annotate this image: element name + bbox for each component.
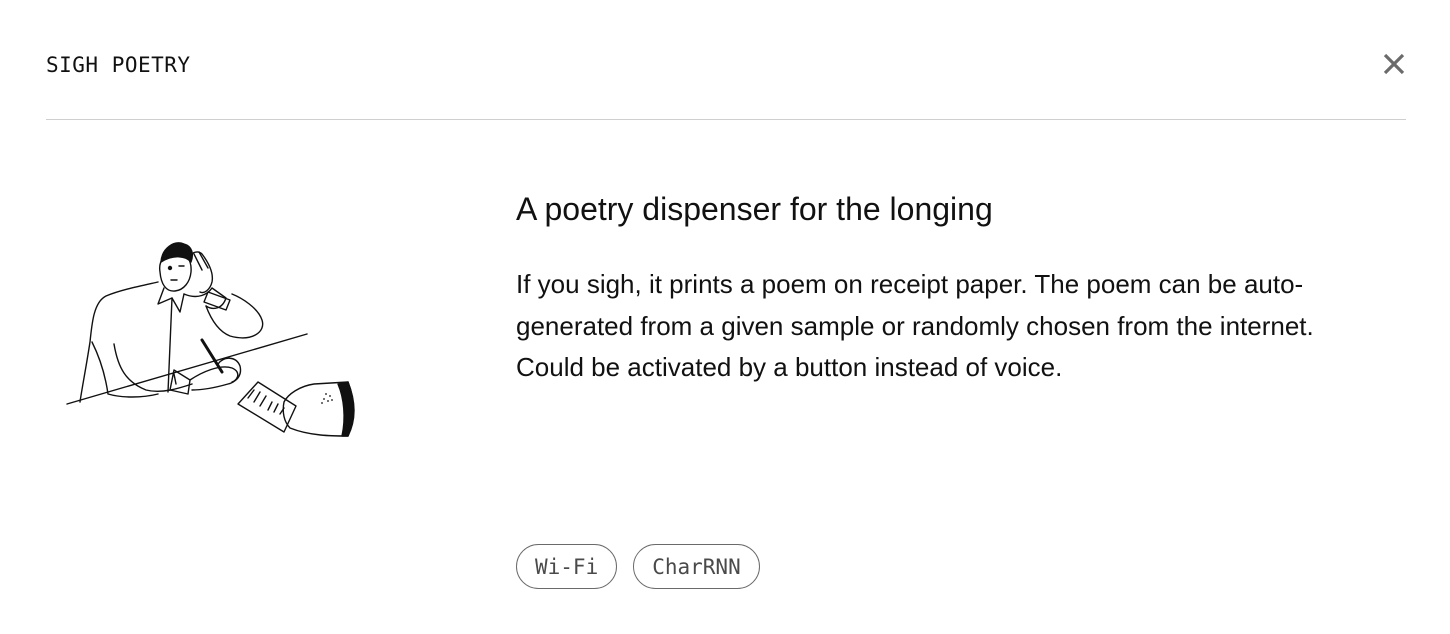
modal-title: SIGH POETRY: [46, 53, 191, 77]
project-headline: A poetry dispenser for the longing: [516, 191, 993, 227]
modal-header: SIGH POETRY: [46, 0, 1406, 120]
project-description-section: A poetry dispenser for the longing If yo…: [516, 188, 1396, 389]
close-button[interactable]: [1382, 52, 1406, 76]
tag-charrnn[interactable]: CharRNN: [633, 544, 760, 589]
close-icon: [1383, 53, 1405, 75]
sighing-person-illustration: [62, 232, 362, 447]
tag-list: Wi-Fi CharRNN: [516, 544, 760, 589]
project-description: If you sigh, it prints a poem on receipt…: [516, 269, 1314, 382]
tag-wifi[interactable]: Wi-Fi: [516, 544, 618, 589]
